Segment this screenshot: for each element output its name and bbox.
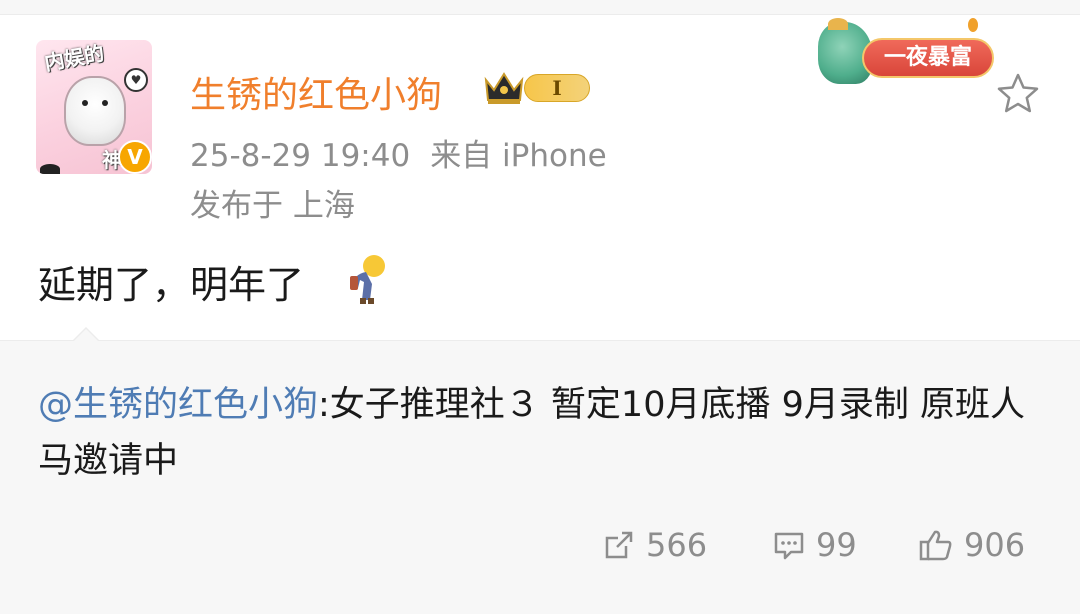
- username[interactable]: 生锈的红色小狗: [190, 66, 442, 118]
- level-badge[interactable]: I: [524, 74, 590, 102]
- repost-text: @生锈的红色小狗:女子推理社３ 暂定10月底播 9月录制 原班人马邀请中: [38, 377, 1048, 489]
- repost-mention[interactable]: @生锈的红色小狗: [38, 385, 318, 425]
- star-icon[interactable]: [994, 70, 1042, 118]
- comment-icon: [774, 532, 804, 560]
- share-icon: [605, 531, 633, 559]
- verified-badge-icon: V: [118, 140, 152, 174]
- stats-row: 566 99 906: [0, 523, 1080, 567]
- comment-count: 99: [816, 526, 857, 564]
- post-timestamp: 25-8-29 19:40: [190, 138, 411, 174]
- dragon-horn-icon: [828, 18, 848, 30]
- avatar-cat-icon: [40, 164, 60, 174]
- thumbs-up-icon: [919, 530, 952, 561]
- comment-button[interactable]: 99: [772, 523, 857, 567]
- new-year-decoration: 一夜暴富: [818, 18, 1010, 88]
- post-meta: 25-8-29 19:40 来自 iPhone: [190, 130, 607, 175]
- post-source: 来自 iPhone: [430, 138, 607, 174]
- person-bowing-emoji-icon: [350, 255, 385, 304]
- avatar-caption-top: 内娱的: [42, 40, 106, 76]
- avatar-eye-left: [82, 100, 88, 106]
- repost-block[interactable]: @生锈的红色小狗:女子推理社３ 暂定10月底播 9月录制 原班人马邀请中 566…: [0, 327, 1080, 614]
- weibo-post-card: 内娱的 ♥ 神 V 生锈的红色小狗 I 25-8-29 19:40 来自 iPho…: [0, 0, 1080, 614]
- like-button[interactable]: 906: [918, 523, 1025, 567]
- avatar-heart-icon: ♥: [124, 68, 148, 92]
- fortune-banner: 一夜暴富: [862, 38, 994, 78]
- post-text: 延期了，明年了: [38, 263, 305, 307]
- lantern-icon: [968, 18, 978, 32]
- post-location: 发布于 上海: [190, 188, 355, 224]
- like-count: 906: [964, 526, 1026, 564]
- avatar-ferret-face: [64, 76, 126, 146]
- crown-icon: [484, 72, 524, 104]
- repost-count: 566: [646, 526, 708, 564]
- top-divider: [0, 0, 1080, 15]
- avatar-eye-right: [102, 100, 108, 106]
- repost-button[interactable]: 566: [602, 523, 707, 567]
- repost-pointer-inner: [73, 329, 99, 342]
